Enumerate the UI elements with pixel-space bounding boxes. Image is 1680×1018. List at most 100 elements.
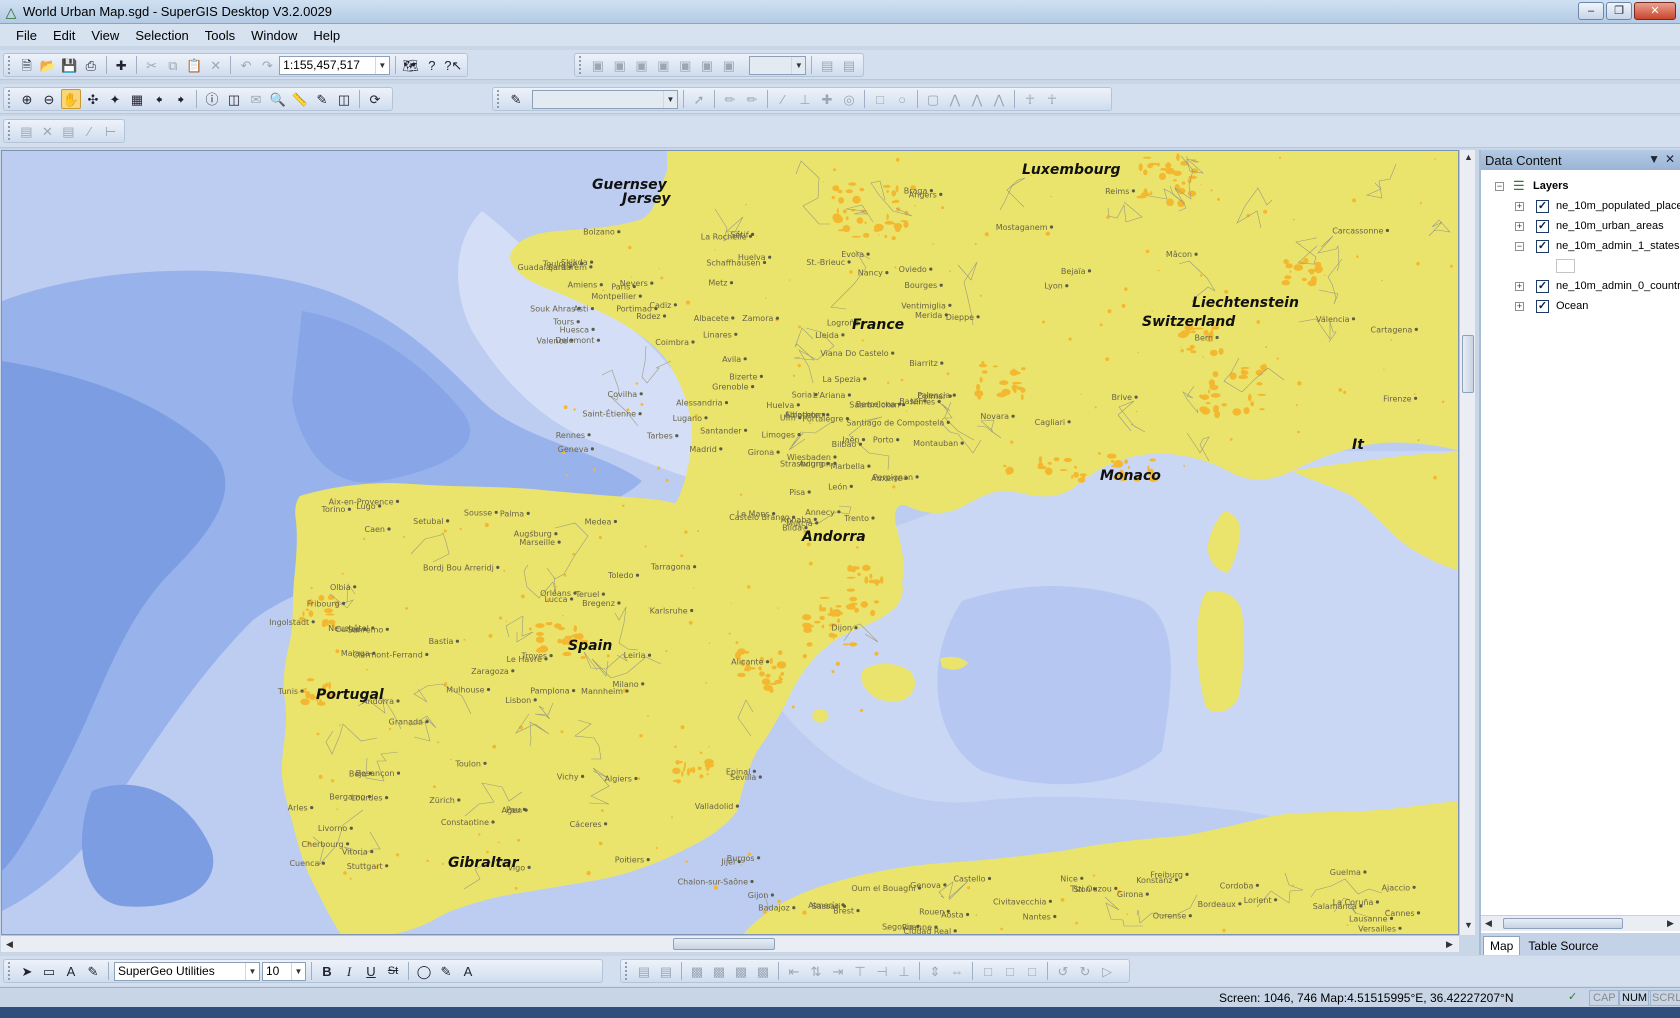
paste-icon[interactable]: 📋 — [185, 55, 204, 75]
circle-tool-icon[interactable]: ○ — [892, 89, 912, 109]
snap-tool-icon[interactable]: ◎ — [839, 89, 859, 109]
chevron-down-icon[interactable]: ▼ — [791, 56, 805, 74]
page-setup-icon[interactable]: ▤ — [817, 55, 837, 75]
draw-callout-icon[interactable]: ✎ — [83, 961, 103, 981]
scroll-left-arrow[interactable]: ◀ — [6, 939, 13, 950]
construct-tool-icon[interactable]: ✏ — [742, 89, 762, 109]
map-vertical-scrollbar[interactable]: ▲ ▼ — [1459, 150, 1475, 935]
network-tool-2-icon[interactable]: ✕ — [38, 121, 57, 141]
horizontal-scroll-thumb[interactable] — [673, 938, 775, 950]
panel-menu-icon[interactable]: ▼ — [1648, 152, 1660, 166]
vertical-scroll-thumb[interactable] — [1462, 335, 1474, 393]
refresh-icon[interactable]: ⟳ — [365, 89, 385, 109]
perpendicular-tool-icon[interactable]: ⊥ — [795, 89, 815, 109]
sketch-tool-icon[interactable]: ✏ — [720, 89, 740, 109]
scroll-right-arrow[interactable]: ▶ — [1667, 918, 1674, 929]
ungroup-icon[interactable]: ▤ — [656, 961, 676, 981]
network-tool-3-icon[interactable]: ▤ — [59, 121, 78, 141]
line-tool-icon[interactable]: ∕ — [773, 89, 793, 109]
rotate-right-icon[interactable]: ↻ — [1075, 961, 1095, 981]
rotate-left-icon[interactable]: ↺ — [1053, 961, 1073, 981]
hyperlink-icon[interactable]: ✉ — [246, 89, 266, 109]
extend-tool-icon[interactable]: ⋀ — [989, 89, 1009, 109]
font-size-select[interactable]: 10 ▼ — [262, 961, 306, 981]
collapse-icon[interactable]: − — [1495, 181, 1504, 191]
layer-visibility-checkbox[interactable]: ✓ — [1536, 199, 1549, 213]
chevron-down-icon[interactable]: ▼ — [245, 962, 259, 980]
expand-icon[interactable]: + — [1515, 301, 1524, 311]
redo-icon[interactable]: ↷ — [258, 55, 277, 75]
draw-rectangle-icon[interactable]: ▭ — [39, 961, 59, 981]
help-icon[interactable]: ? — [422, 55, 441, 75]
reshape-tool-icon[interactable]: ⋀ — [967, 89, 987, 109]
bring-front-icon[interactable]: ▩ — [687, 961, 707, 981]
size-both-icon[interactable]: □ — [1022, 961, 1042, 981]
edit-tool-icon[interactable]: ➚ — [689, 89, 709, 109]
undo-icon[interactable]: ↶ — [236, 55, 255, 75]
align-top-icon[interactable]: ⊤ — [850, 961, 870, 981]
network-tool-5-icon[interactable]: ⊢ — [101, 121, 120, 141]
layer-item-urban-areas[interactable]: + ✓ ne_10m_urban_areas — [1481, 216, 1680, 236]
layout-next-icon[interactable]: ▣ — [719, 55, 739, 75]
context-help-icon[interactable]: ?↖ — [444, 55, 463, 75]
layout-pan-icon[interactable]: ▣ — [632, 55, 652, 75]
strikethrough-button[interactable]: St — [383, 961, 403, 981]
send-backward-icon[interactable]: ▩ — [753, 961, 773, 981]
bold-button[interactable]: B — [317, 961, 337, 981]
draw-text-icon[interactable]: A — [61, 961, 81, 981]
expand-icon[interactable]: + — [1515, 221, 1524, 231]
union-tool-icon[interactable]: ☥ — [1042, 89, 1062, 109]
magnifier-icon[interactable]: ◫ — [334, 89, 354, 109]
save-icon[interactable]: 💾 — [60, 55, 79, 75]
merge-tool-icon[interactable]: ☥ — [1020, 89, 1040, 109]
tree-root-layers[interactable]: − ☰ Layers — [1481, 176, 1680, 196]
cross-tool-icon[interactable]: ✚ — [817, 89, 837, 109]
toolbar-grip[interactable] — [8, 962, 12, 980]
size-height-icon[interactable]: □ — [1000, 961, 1020, 981]
layer-item-admin-0-countries[interactable]: + ✓ ne_10m_admin_0_countr — [1481, 276, 1680, 296]
minimize-button[interactable]: – — [1578, 2, 1604, 20]
align-center-icon[interactable]: ⇅ — [806, 961, 826, 981]
size-width-icon[interactable]: □ — [978, 961, 998, 981]
map-canvas[interactable]: DieppeAmiensWiesbadenCherbourgLe HavreRo… — [2, 151, 1459, 935]
scroll-down-arrow[interactable]: ▼ — [1464, 920, 1473, 930]
toolbar-grip[interactable] — [497, 90, 501, 108]
layout-full-page-icon[interactable]: ▣ — [675, 55, 695, 75]
layout-zoom-out-icon[interactable]: ▣ — [610, 55, 630, 75]
layer-item-populated-places[interactable]: + ✓ ne_10m_populated_place — [1481, 196, 1680, 216]
scroll-up-arrow[interactable]: ▲ — [1464, 152, 1473, 162]
split-tool-icon[interactable]: ▢ — [923, 89, 943, 109]
map-horizontal-scrollbar[interactable]: ◀ ▶ — [1, 935, 1459, 952]
network-tool-1-icon[interactable]: ▤ — [17, 121, 36, 141]
toolbar-grip[interactable] — [579, 56, 583, 74]
align-right-icon[interactable]: ⇥ — [828, 961, 848, 981]
print-icon[interactable]: ⎙ — [81, 55, 100, 75]
layer-symbol-swatch[interactable] — [1556, 259, 1575, 273]
chevron-down-icon[interactable]: ▼ — [374, 56, 389, 74]
target-layer-select[interactable]: ▼ — [532, 89, 678, 109]
distribute-h-icon[interactable]: ⇕ — [925, 961, 945, 981]
new-file-icon[interactable]: 🗎 — [17, 55, 36, 75]
align-bottom-icon[interactable]: ⊥ — [894, 961, 914, 981]
map-view[interactable]: Dieppe Amiens Wiesbaden Cherbourg Le Havre Ro… — [1, 150, 1459, 935]
panel-scroll-thumb[interactable] — [1503, 918, 1623, 929]
group-icon[interactable]: ▤ — [634, 961, 654, 981]
full-extent-icon[interactable]: ▦ — [127, 89, 147, 109]
map-scale-select[interactable]: 1:155,457,517 ▼ — [279, 55, 390, 75]
expand-icon[interactable]: + — [1515, 281, 1524, 291]
pan-hand-icon[interactable]: ✋ — [61, 89, 81, 109]
layer-visibility-checkbox[interactable]: ✓ — [1536, 219, 1549, 233]
menu-help[interactable]: Help — [305, 26, 348, 45]
layout-view-icon[interactable]: ▤ — [839, 55, 859, 75]
italic-button[interactable]: I — [339, 961, 359, 981]
layer-visibility-checkbox[interactable]: ✓ — [1536, 239, 1549, 253]
network-tool-4-icon[interactable]: ∕ — [80, 121, 99, 141]
underline-button[interactable]: U — [361, 961, 381, 981]
vertex-tool-icon[interactable]: ⋀ — [945, 89, 965, 109]
menu-edit[interactable]: Edit — [45, 26, 83, 45]
tab-table-source[interactable]: Table Source — [1522, 937, 1604, 955]
zoom-out-icon[interactable]: ⊖ — [39, 89, 59, 109]
zoom-in-icon[interactable]: ⊕ — [17, 89, 37, 109]
menu-selection[interactable]: Selection — [127, 26, 196, 45]
line-color-icon[interactable]: ✎ — [436, 961, 456, 981]
